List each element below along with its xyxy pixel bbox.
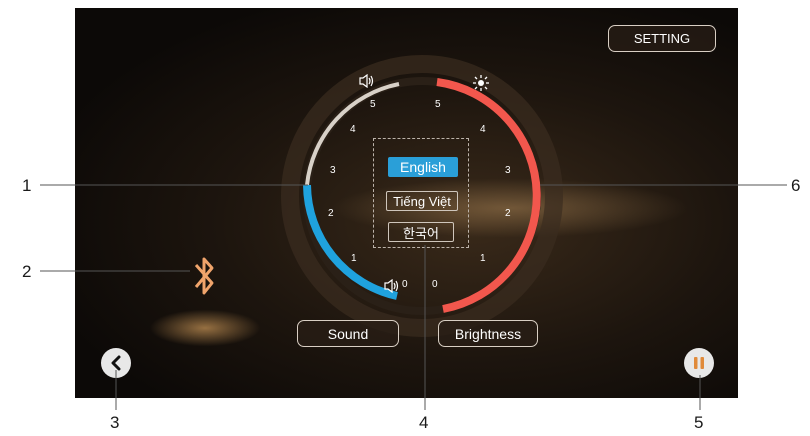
callout-6: 6 <box>791 176 801 195</box>
callout-lines <box>40 184 787 410</box>
callout-5: 5 <box>694 413 704 432</box>
callout-2: 2 <box>22 262 32 281</box>
callout-4: 4 <box>419 413 429 432</box>
callout-3: 3 <box>110 413 120 432</box>
callout-1: 1 <box>22 176 32 195</box>
